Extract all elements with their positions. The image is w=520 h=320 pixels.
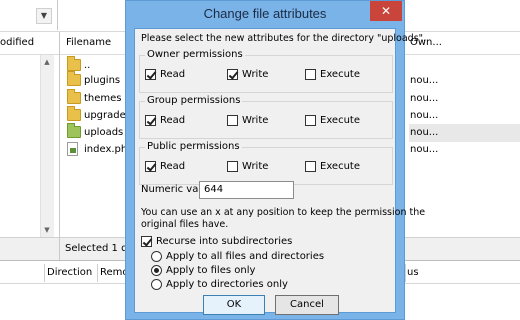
file-name: .. <box>84 60 91 71</box>
owner-cell: nou... <box>409 90 520 108</box>
column-divider[interactable] <box>405 264 406 282</box>
group-title: Group permissions <box>145 95 243 106</box>
checkbox-label: Read <box>160 115 186 126</box>
owner-cell: nou... <box>409 124 520 142</box>
public-permissions-group: Public permissions Read Write Execute <box>139 141 393 185</box>
hint-text-line1: You can use an x at any position to keep… <box>141 207 426 218</box>
checkbox-label: Write <box>242 69 269 80</box>
hint-text-line2: original files have. <box>141 219 229 230</box>
dialog-intro: Please select the new attributes for the… <box>141 33 427 44</box>
owner-cell: nou... <box>409 141 520 159</box>
left-status-bar <box>0 237 59 260</box>
file-name: plugins <box>84 75 121 86</box>
owner-cell: nou... <box>409 72 520 90</box>
pane-divider[interactable] <box>59 32 60 262</box>
folder-icon <box>67 106 81 121</box>
cancel-button[interactable]: Cancel <box>275 295 339 315</box>
group-write-checkbox[interactable] <box>227 115 238 126</box>
checkbox-label: Write <box>242 161 269 172</box>
apply-files-radio[interactable] <box>151 265 162 276</box>
dialog-title: Change file attributes <box>203 6 327 21</box>
group-permissions-group: Group permissions Read Write Execute <box>139 95 393 139</box>
radio-label: Apply to files only <box>166 265 256 276</box>
public-write-checkbox[interactable] <box>227 161 238 172</box>
owner-permissions-group: Owner permissions Read Write Execute <box>139 49 393 93</box>
owner-value: nou... <box>410 127 439 138</box>
numeric-value-input[interactable]: 644 <box>199 181 294 199</box>
column-header-status[interactable]: us <box>407 267 419 278</box>
owner-read-checkbox[interactable] <box>145 69 156 80</box>
scroll-down-icon[interactable]: ▼ <box>40 224 54 236</box>
left-pane-header: odified <box>0 33 59 55</box>
column-header-modified[interactable]: odified <box>0 37 34 48</box>
folder-green-icon <box>67 123 81 138</box>
column-header-filename[interactable]: Filename <box>66 37 111 48</box>
dialog-titlebar[interactable]: Change file attributes ✕ <box>126 1 404 27</box>
group-title: Owner permissions <box>145 49 245 60</box>
checkbox-label: Write <box>242 115 269 126</box>
chevron-down-icon[interactable]: ▼ <box>36 8 52 24</box>
checkbox-label: Execute <box>320 69 360 80</box>
close-icon[interactable]: ✕ <box>370 1 402 21</box>
owner-value: nou... <box>410 75 439 86</box>
checkbox-label: Read <box>160 161 186 172</box>
dialog-body: Please select the new attributes for the… <box>134 28 426 315</box>
file-name: uploads <box>84 127 124 138</box>
file-name: index.ph <box>84 144 128 155</box>
group-read-checkbox[interactable] <box>145 115 156 126</box>
group-title: Public permissions <box>145 141 242 152</box>
owner-value: nou... <box>410 110 439 121</box>
owner-execute-checkbox[interactable] <box>305 69 316 80</box>
apply-dirs-radio[interactable] <box>151 279 162 290</box>
public-execute-checkbox[interactable] <box>305 161 316 172</box>
php-file-icon <box>67 142 78 156</box>
selection-status: Selected 1 di <box>65 243 131 254</box>
folder-icon <box>67 89 81 104</box>
checkbox-label: Read <box>160 69 186 80</box>
public-read-checkbox[interactable] <box>145 161 156 172</box>
column-divider[interactable] <box>97 264 98 282</box>
owner-value: nou... <box>410 144 439 155</box>
checkbox-label: Execute <box>320 115 360 126</box>
owner-write-checkbox[interactable] <box>227 69 238 80</box>
owner-value: nou... <box>410 93 439 104</box>
folder-icon <box>67 56 81 71</box>
apply-all-radio[interactable] <box>151 251 162 262</box>
left-scrollbar[interactable] <box>40 55 54 237</box>
change-attributes-dialog: Change file attributes ✕ Please select t… <box>125 0 426 320</box>
folder-icon <box>67 71 81 86</box>
recurse-checkbox[interactable] <box>141 236 152 247</box>
column-header-direction[interactable]: Direction <box>47 267 92 278</box>
radio-label: Apply to directories only <box>166 279 288 290</box>
file-name: upgrade <box>84 110 126 121</box>
file-name: themes <box>84 93 122 104</box>
owner-cell: nou... <box>409 107 520 125</box>
recurse-label: Recurse into subdirectories <box>156 236 293 247</box>
ok-button[interactable]: OK <box>203 295 265 315</box>
scroll-up-icon[interactable]: ▲ <box>40 56 54 68</box>
column-divider[interactable] <box>44 264 45 282</box>
radio-label: Apply to all files and directories <box>166 251 325 262</box>
group-execute-checkbox[interactable] <box>305 115 316 126</box>
checkbox-label: Execute <box>320 161 360 172</box>
